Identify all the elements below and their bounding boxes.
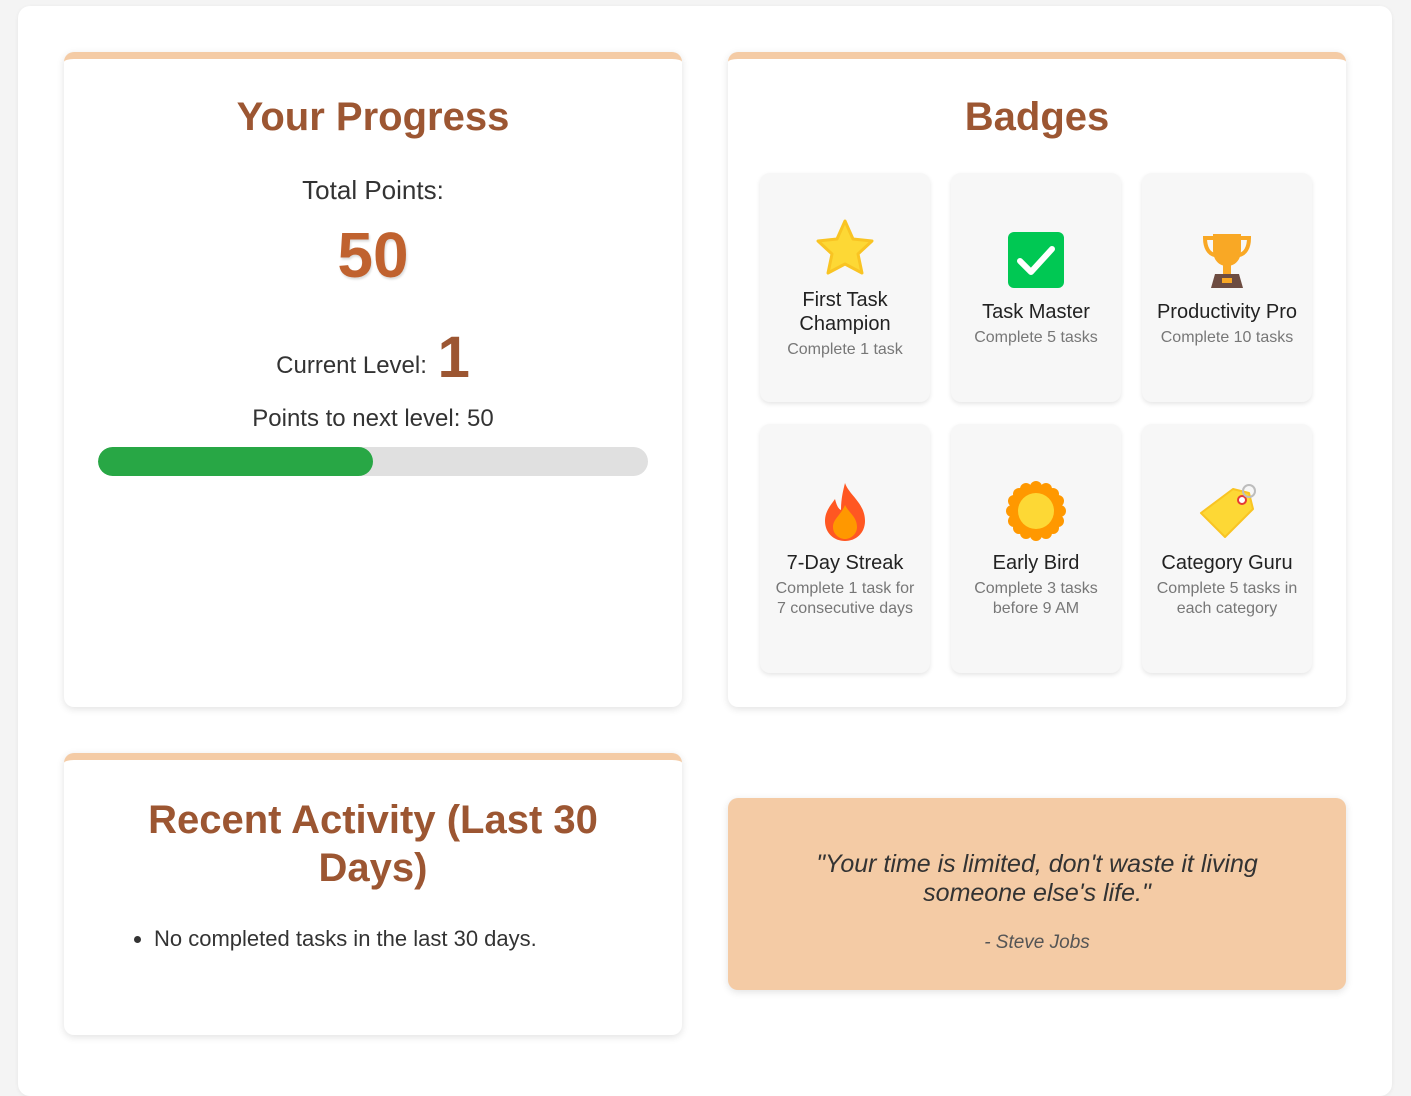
badge-productivity-pro: Productivity Pro Complete 10 tasks	[1142, 173, 1312, 402]
tag-icon	[1200, 483, 1256, 538]
recent-activity-card: Recent Activity (Last 30 Days) No comple…	[64, 753, 682, 1035]
badge-name: 7-Day Streak	[786, 551, 904, 574]
recent-activity-title: Recent Activity (Last 30 Days)	[148, 798, 598, 890]
current-level-label: Current Level:	[276, 352, 427, 379]
badge-7-day-streak: 7-Day Streak Complete 1 task for 7 conse…	[760, 424, 930, 673]
badges-title: Badges	[964, 95, 1110, 139]
quote-text: "Your time is limited, don't waste it li…	[816, 850, 1258, 907]
badge-description: Complete 3 tasks before 9 AM	[974, 579, 1098, 617]
badge-name: Task Master	[982, 300, 1090, 323]
badge-description: Complete 5 tasks	[974, 328, 1098, 346]
checkmark-icon	[1008, 231, 1064, 288]
quote-author: - Steve Jobs	[984, 932, 1090, 953]
badge-category-guru: Category Guru Complete 5 tasks in each c…	[1142, 424, 1312, 673]
trophy-icon	[1202, 233, 1252, 288]
badge-description: Complete 5 tasks in each category	[1156, 579, 1298, 617]
badge-first-task-champion: First Task Champion Complete 1 task	[760, 173, 930, 402]
current-level-value: 1	[437, 325, 470, 390]
level-progress-fill	[98, 447, 373, 476]
badge-name: Early Bird	[992, 551, 1080, 574]
level-progress-bar	[98, 447, 648, 476]
sun-icon	[1006, 480, 1066, 541]
badges-card: Badges First Task Champion Complete 1 ta…	[728, 52, 1346, 707]
badge-name: Productivity Pro	[1156, 300, 1298, 323]
badge-name: Category Guru	[1161, 551, 1293, 574]
total-points-value: 50	[337, 219, 409, 291]
list-item: No completed tasks in the last 30 days.	[154, 926, 682, 952]
recent-activity-list: No completed tasks in the last 30 days.	[154, 926, 682, 952]
badge-early-bird: Early Bird Complete 3 tasks before 9 AM	[951, 424, 1121, 673]
badge-task-master: Task Master Complete 5 tasks	[951, 173, 1121, 402]
points-to-next-level: Points to next level: 50	[252, 405, 494, 432]
badge-description: Complete 10 tasks	[1160, 328, 1294, 346]
fire-icon	[825, 482, 865, 541]
badge-name: First Task Champion	[799, 288, 891, 335]
total-points-label: Total Points:	[302, 175, 444, 205]
progress-title: Your Progress	[236, 95, 510, 139]
star-icon	[816, 219, 874, 274]
quote-card: "Your time is limited, don't waste it li…	[728, 798, 1346, 990]
progress-card: Your Progress Total Points: 50 Current L…	[64, 52, 682, 707]
badge-grid: First Task Champion Complete 1 task Task…	[760, 173, 1312, 673]
page-container: Your Progress Total Points: 50 Current L…	[18, 6, 1392, 1096]
current-level-row: Current Level: 1	[64, 324, 682, 391]
badge-description: Complete 1 task for 7 consecutive days	[775, 579, 915, 617]
badge-description: Complete 1 task	[787, 340, 903, 358]
